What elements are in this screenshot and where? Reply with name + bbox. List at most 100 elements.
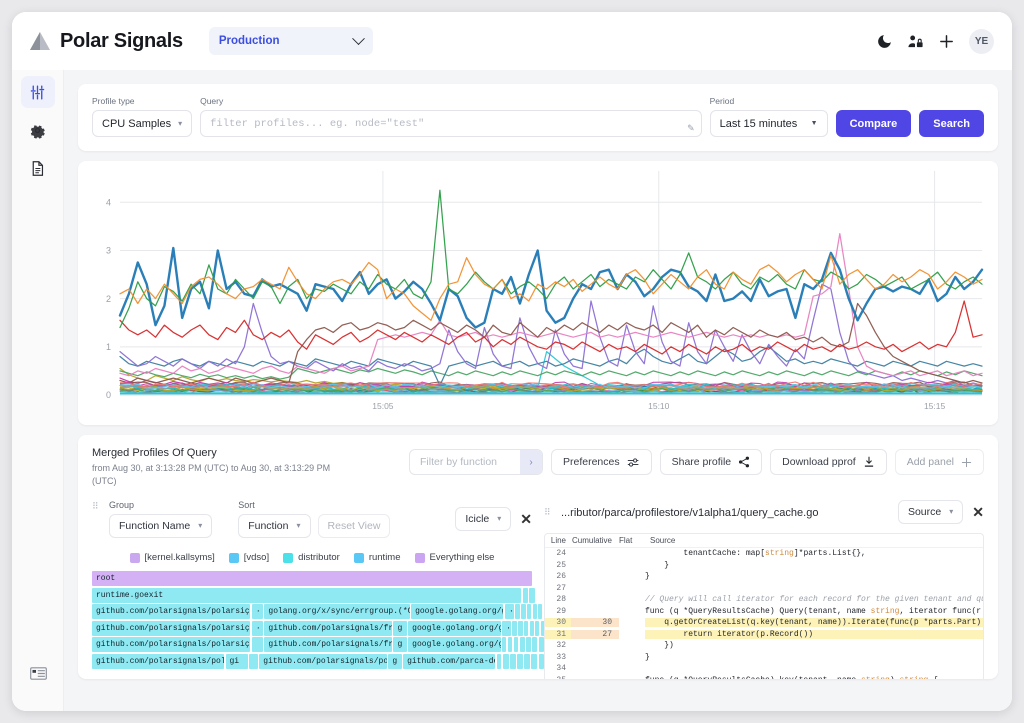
profile-type-select[interactable]: CPU Samples ▾ — [92, 110, 192, 137]
icicle-node[interactable]: g — [393, 637, 406, 652]
sidebar-item-collapse[interactable] — [21, 657, 55, 689]
icicle-node[interactable]: github.com/polarsignals/fro — [264, 637, 392, 652]
icicle-node[interactable] — [514, 637, 518, 652]
source-line-row[interactable]: 29func (q *QueryResultsCache) Query(tena… — [545, 606, 983, 618]
icicle-node[interactable] — [503, 654, 509, 669]
icicle-node[interactable] — [523, 588, 528, 603]
icicle-node[interactable] — [539, 637, 544, 652]
icicle-node[interactable]: · — [502, 621, 511, 636]
sort-select[interactable]: Function ▾ — [238, 514, 310, 538]
close-icon[interactable]: ✕ — [972, 505, 984, 519]
icicle-node[interactable] — [533, 604, 537, 619]
icicle-node[interactable] — [520, 637, 525, 652]
icicle-node[interactable]: github.com/polarsignals/fro — [264, 621, 392, 636]
reset-view-button[interactable]: Reset View — [318, 514, 391, 538]
share-profile-button[interactable]: Share profile — [660, 449, 763, 475]
drag-handle-icon[interactable]: ⠿ — [544, 508, 553, 517]
compare-button[interactable]: Compare — [836, 110, 912, 137]
icicle-node[interactable]: runtime.goexit — [92, 588, 521, 603]
icicle-node[interactable] — [510, 654, 516, 669]
icicle-node[interactable]: root — [92, 571, 532, 586]
close-icon[interactable]: ✕ — [520, 512, 532, 526]
icicle-node[interactable]: golang.org/x/sync/errgroup.(*G — [264, 604, 409, 619]
source-line-row[interactable]: 25 } — [545, 560, 983, 572]
icicle-node[interactable]: github.com/polarsignals/pola — [92, 654, 224, 669]
moon-icon[interactable] — [876, 33, 893, 50]
icicle-node[interactable]: github.com/polarsignals/polarsiç — [92, 604, 250, 619]
icicle-node[interactable] — [538, 604, 542, 619]
icicle-node[interactable] — [497, 654, 501, 669]
sidebar-item-settings[interactable] — [21, 114, 55, 146]
icicle-node[interactable]: github.com/polarsignals/pol — [259, 654, 387, 669]
icicle-node[interactable]: · — [505, 604, 514, 619]
user-lock-icon[interactable] — [907, 33, 924, 50]
preferences-button[interactable]: Preferences — [551, 449, 652, 475]
filter-by-function-input[interactable] — [410, 456, 520, 468]
sidebar-item-docs[interactable] — [21, 152, 55, 184]
source-line-row[interactable]: 26} — [545, 571, 983, 583]
icicle-node[interactable] — [535, 621, 539, 636]
source-line-row[interactable]: 34 — [545, 663, 983, 675]
icicle-node[interactable]: google.golang.org/g — [408, 637, 500, 652]
drag-handle-icon[interactable]: ⠿ — [92, 502, 101, 511]
source-view-select[interactable]: Source ▾ — [898, 500, 963, 524]
source-line-row[interactable]: 33} — [545, 652, 983, 664]
source-line-row[interactable]: 28// Query will call iterator for each r… — [545, 594, 983, 606]
source-line-number: 34 — [545, 664, 571, 673]
avatar[interactable]: YE — [969, 29, 994, 54]
source-line-number: 24 — [545, 549, 571, 558]
icicle-node[interactable] — [515, 604, 519, 619]
icicle-node[interactable] — [502, 637, 506, 652]
merged-profiles-card: Merged Profiles Of Query from Aug 30, at… — [78, 435, 998, 679]
icicle-node[interactable]: github.com/polarsignals/polarsiç — [92, 637, 250, 652]
filter-by-function[interactable]: › — [409, 449, 543, 475]
source-line-row[interactable]: 32 }) — [545, 640, 983, 652]
query-input[interactable] — [210, 118, 692, 130]
icicle-node[interactable]: google.golang.org/g — [411, 604, 503, 619]
source-line-row[interactable]: 35func (q *QueryResultsCache) key(tenant… — [545, 675, 983, 679]
source-code-viewer[interactable]: Line Cumulative Flat Source 24 tenantCac… — [544, 533, 984, 679]
source-line-row[interactable]: 3127 return iterator(p.Record()) — [545, 629, 983, 641]
source-code-text: // Query will call iterator for each rec… — [645, 595, 983, 604]
icicle-node[interactable] — [531, 654, 537, 669]
icicle-node[interactable] — [518, 621, 522, 636]
icicle-graph[interactable]: rootruntime.goexitgithub.com/polarsignal… — [92, 571, 532, 669]
icicle-node[interactable] — [512, 621, 516, 636]
search-button[interactable]: Search — [919, 110, 984, 137]
view-type-select[interactable]: Icicle ▾ — [455, 507, 511, 531]
icicle-node[interactable]: gi — [226, 654, 248, 669]
icicle-node[interactable]: google.golang.org/g — [408, 621, 500, 636]
icicle-node[interactable] — [521, 604, 525, 619]
download-pprof-button[interactable]: Download pprof — [770, 449, 887, 475]
source-line-row[interactable]: 24 tenantCache: map[string]*parts.List{}… — [545, 548, 983, 560]
icicle-node[interactable] — [249, 654, 258, 669]
icicle-node[interactable] — [517, 654, 523, 669]
icicle-node[interactable]: g — [393, 621, 406, 636]
filter-submit-icon[interactable]: › — [520, 450, 542, 474]
source-line-row[interactable]: 3030 q.getOrCreateList(q.key(tenant, nam… — [545, 617, 983, 629]
icicle-node[interactable] — [527, 604, 531, 619]
icicle-node[interactable] — [524, 621, 528, 636]
add-panel-button[interactable]: Add panel — [895, 449, 984, 475]
group-select[interactable]: Function Name ▾ — [109, 514, 212, 538]
query-input-wrap[interactable]: ✎ — [200, 110, 702, 137]
legend-swatch — [130, 553, 140, 563]
icicle-node[interactable] — [532, 637, 537, 652]
period-select[interactable]: Last 15 minutes ▼ — [710, 110, 828, 137]
icicle-node[interactable]: g — [388, 654, 401, 669]
icicle-node[interactable] — [526, 637, 531, 652]
icicle-node[interactable] — [524, 654, 530, 669]
icicle-node[interactable]: github.com/parca-de — [403, 654, 495, 669]
metrics-line-chart[interactable]: 0123415:0515:1015:15 — [78, 161, 998, 425]
icicle-node[interactable] — [529, 588, 534, 603]
plus-icon[interactable] — [938, 33, 955, 50]
icicle-node[interactable]: · — [252, 621, 263, 636]
icicle-node[interactable] — [508, 637, 512, 652]
environment-selector[interactable]: Production — [209, 27, 373, 55]
icicle-node[interactable] — [252, 637, 263, 652]
icicle-node[interactable] — [530, 621, 534, 636]
icicle-node[interactable]: · — [252, 604, 263, 619]
sidebar-item-filters[interactable] — [21, 76, 55, 108]
icicle-node[interactable]: github.com/polarsignals/polarsiç — [92, 621, 250, 636]
source-line-row[interactable]: 27 — [545, 583, 983, 595]
